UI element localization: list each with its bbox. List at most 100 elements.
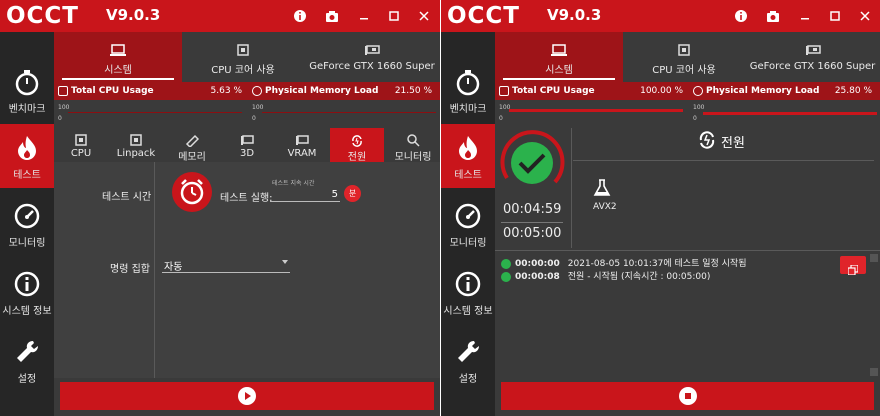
instruction-set-value: AVX2 — [593, 202, 617, 212]
unit-badge-label: 분 — [348, 189, 357, 198]
info-icon[interactable] — [733, 8, 749, 24]
tab-gpu[interactable]: GeForce GTX 1660 Super — [745, 32, 880, 82]
tab-gpu[interactable]: GeForce GTX 1660 Super — [304, 32, 440, 82]
help-icon — [693, 85, 703, 96]
cpu-icon — [235, 42, 251, 58]
test-settings-panel: 테스트 시간 테스트 지속 시간 테스트 실행: 5 분 명령 집합 자동 — [54, 162, 440, 378]
tab-cpu-core-usage[interactable]: CPU 코어 사용 — [623, 32, 745, 82]
power-cycle-icon — [350, 132, 364, 147]
tab-vram[interactable]: VRAM — [276, 128, 328, 162]
tab-label: GeForce GTX 1660 Super — [309, 61, 435, 72]
sidebar: 벤치마크 테스트 모니터링 시스템 정보 설정 — [441, 32, 495, 416]
minimize-icon[interactable] — [797, 8, 813, 24]
sidebar-item-label: 설정 — [17, 374, 37, 385]
close-icon[interactable] — [857, 8, 873, 24]
graph-line — [703, 112, 877, 115]
gauge-icon — [13, 202, 41, 230]
event-log: 00:00:00 2021-08-05 10:01:37에 테스트 일정 시작됨 … — [495, 252, 880, 378]
scroll-down-button[interactable] — [870, 368, 878, 376]
tab-label: CPU 코어 사용 — [652, 65, 716, 76]
sidebar-item-benchmark[interactable]: 벤치마크 — [0, 58, 54, 122]
duration-input[interactable]: 5 — [270, 186, 340, 202]
sidebar-item-test[interactable]: 테스트 — [0, 124, 54, 188]
log-text: 2021-08-05 10:01:37에 테스트 일정 시작됨 — [567, 259, 747, 269]
tab-memory[interactable]: 메모리 — [166, 128, 218, 163]
sidebar-item-benchmark[interactable]: 벤치마크 — [441, 58, 495, 122]
stopwatch-icon — [454, 68, 482, 96]
cpu-usage-value: 100.00 % — [640, 86, 683, 96]
camera-icon[interactable] — [765, 8, 781, 24]
maximize-icon[interactable] — [827, 8, 843, 24]
alarm-clock-icon — [180, 179, 204, 205]
app-version: V9.0.3 — [106, 6, 161, 24]
log-text: 전원 - 시작됨 (지속시간 : 00:05:00) — [567, 272, 711, 282]
maximize-icon[interactable] — [386, 8, 402, 24]
help-icon — [252, 85, 262, 96]
tab-monitoring[interactable]: 모니터링 — [386, 128, 440, 163]
memory-load-graph: 100 0 — [689, 104, 880, 128]
main-content: 시스템 CPU 코어 사용 GeForce GTX 1660 Super Tot… — [495, 32, 880, 416]
graph-min-label: 0 — [58, 115, 62, 122]
check-circle-icon — [501, 258, 511, 269]
sidebar-item-settings[interactable]: 설정 — [441, 328, 495, 392]
tab-label: 시스템 — [104, 65, 132, 76]
tab-3d[interactable]: 3D — [222, 128, 272, 162]
sidebar-item-system-info[interactable]: 시스템 정보 — [441, 260, 495, 324]
gpu-icon — [240, 132, 254, 145]
tab-label: Linpack — [116, 148, 156, 159]
unit-toggle-button[interactable]: 분 — [344, 185, 361, 202]
tab-power[interactable]: 전원 — [330, 128, 384, 163]
copy-log-button[interactable] — [840, 256, 866, 276]
sidebar-item-settings[interactable]: 설정 — [0, 328, 54, 392]
stop-icon — [678, 387, 697, 405]
run-label: 테스트 실행: — [220, 193, 273, 204]
test-title: 전원 — [573, 128, 874, 162]
title-bar[interactable]: OCCT V9.0.3 — [441, 0, 880, 32]
stop-test-button[interactable] — [501, 382, 874, 410]
gpu-icon — [805, 42, 821, 58]
tab-label: 전원 — [347, 152, 367, 163]
magnifier-icon — [406, 132, 420, 147]
minimize-icon[interactable] — [356, 8, 372, 24]
memory-load: Physical Memory Load 25.80 % — [693, 82, 876, 100]
log-entry: 00:00:08 전원 - 시작됨 (지속시간 : 00:05:00) — [501, 269, 711, 282]
divider — [501, 222, 563, 223]
info-icon[interactable] — [292, 8, 308, 24]
log-time: 00:00:08 — [515, 272, 560, 282]
close-icon[interactable] — [416, 8, 432, 24]
copy-icon — [847, 260, 859, 279]
tab-label: 3D — [239, 148, 255, 159]
sidebar-item-monitoring[interactable]: 모니터링 — [441, 192, 495, 256]
instruction-set-value: 자동 — [164, 262, 183, 273]
cpu-usage-graph: 100 0 — [495, 104, 687, 128]
title-bar[interactable]: OCCT V9.0.3 — [0, 0, 440, 32]
start-test-button[interactable] — [60, 382, 434, 410]
occt-window-running: OCCT V9.0.3 벤치마크 테스트 모니터링 시스템 정보 설정 시스템 … — [441, 0, 880, 416]
tab-system[interactable]: 시스템 — [54, 32, 182, 82]
divider — [571, 128, 572, 248]
instruction-set-select[interactable]: 자동 — [162, 256, 290, 273]
main-content: 시스템 CPU 코어 사용 GeForce GTX 1660 Super Tot… — [54, 32, 440, 416]
memory-load: Physical Memory Load 21.50 % — [252, 82, 436, 100]
sidebar-item-test[interactable]: 테스트 — [441, 124, 495, 188]
flask-icon — [593, 178, 611, 202]
alarm-clock-button[interactable] — [172, 172, 212, 212]
sidebar-item-system-info[interactable]: 시스템 정보 — [0, 260, 54, 324]
tab-label: CPU — [70, 148, 92, 159]
camera-icon[interactable] — [324, 8, 340, 24]
graph-line — [262, 112, 436, 113]
scroll-up-button[interactable] — [870, 254, 878, 262]
tab-linpack[interactable]: Linpack — [110, 128, 162, 162]
power-cycle-icon — [697, 130, 717, 154]
tab-cpu-core-usage[interactable]: CPU 코어 사용 — [182, 32, 304, 82]
wrench-icon — [454, 338, 482, 366]
tab-system[interactable]: 시스템 — [495, 32, 623, 82]
sidebar-item-label: 벤치마크 — [449, 104, 487, 115]
divider — [495, 250, 880, 251]
tab-label: CPU 코어 사용 — [211, 65, 275, 76]
elapsed-time: 00:04:59 — [503, 202, 562, 217]
sidebar-item-monitoring[interactable]: 모니터링 — [0, 192, 54, 256]
test-time-label: 테스트 시간 — [102, 192, 152, 203]
tab-cpu[interactable]: CPU — [58, 128, 104, 162]
sidebar-item-label: 설정 — [458, 374, 478, 385]
